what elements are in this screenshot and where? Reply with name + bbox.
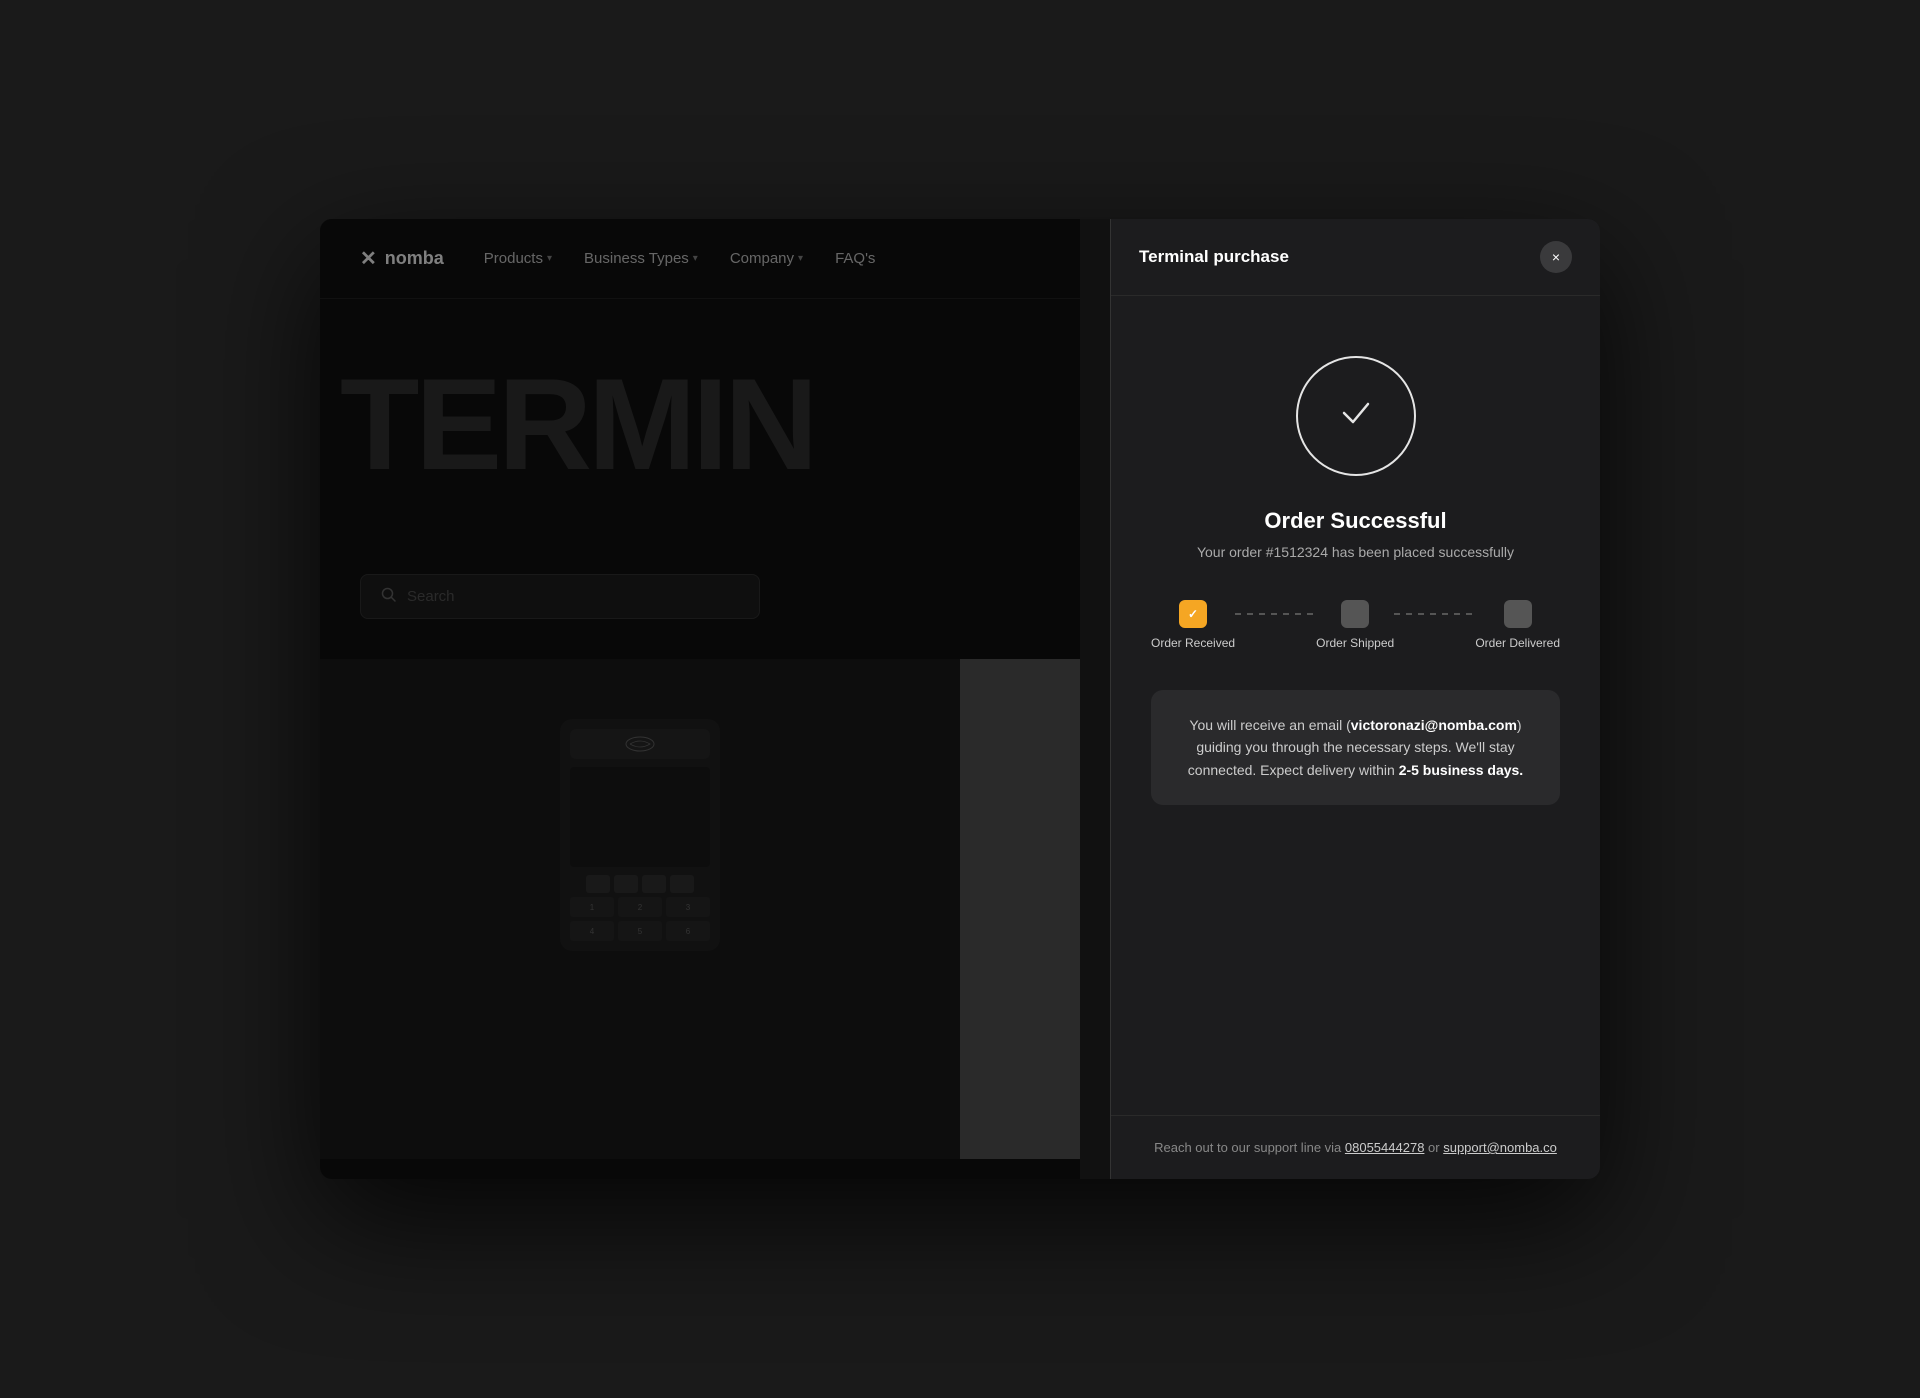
tracking-dashes-1 bbox=[1235, 613, 1316, 615]
info-text: You will receive an email (victoronazi@n… bbox=[1179, 714, 1532, 781]
browser-window: ✕ nomba Products ▾ Business Types ▾ bbox=[320, 219, 1600, 1179]
modal-header: Terminal purchase × bbox=[1111, 219, 1600, 296]
email-highlight: victoronazi@nomba.com bbox=[1351, 717, 1517, 733]
tracking-step-delivered: Order Delivered bbox=[1475, 600, 1560, 650]
info-box: You will receive an email (victoronazi@n… bbox=[1151, 690, 1560, 805]
success-title: Order Successful bbox=[1264, 508, 1446, 534]
support-phone-link[interactable]: 08055444278 bbox=[1345, 1140, 1425, 1155]
close-icon: × bbox=[1552, 249, 1560, 265]
success-subtitle: Your order #1512324 has been placed succ… bbox=[1197, 544, 1514, 560]
tracking-dashes-2 bbox=[1394, 613, 1475, 615]
modal-panel: Terminal purchase × Order Successful You… bbox=[1110, 219, 1600, 1179]
modal-body: Order Successful Your order #1512324 has… bbox=[1111, 296, 1600, 1115]
step-indicator-delivered bbox=[1504, 600, 1532, 628]
checkmark-icon bbox=[1336, 392, 1376, 441]
delivery-time-highlight: 2-5 business days. bbox=[1399, 762, 1524, 778]
order-tracking: ✓ Order Received Order Shipped bbox=[1151, 600, 1560, 650]
step-label-received: Order Received bbox=[1151, 636, 1235, 650]
step-indicator-received: ✓ bbox=[1179, 600, 1207, 628]
step-label-delivered: Order Delivered bbox=[1475, 636, 1560, 650]
support-email-link[interactable]: support@nomba.co bbox=[1443, 1140, 1557, 1155]
tracking-step-received: ✓ Order Received bbox=[1151, 600, 1235, 650]
tracking-step-shipped: Order Shipped bbox=[1316, 600, 1394, 650]
tracking-line-2 bbox=[1394, 613, 1475, 615]
modal-title: Terminal purchase bbox=[1139, 247, 1289, 267]
step-check-icon: ✓ bbox=[1188, 607, 1198, 621]
close-button[interactable]: × bbox=[1540, 241, 1572, 273]
modal-footer: Reach out to our support line via 080554… bbox=[1111, 1115, 1600, 1179]
overlay bbox=[320, 219, 1080, 1179]
step-label-shipped: Order Shipped bbox=[1316, 636, 1394, 650]
footer-text: Reach out to our support line via 080554… bbox=[1151, 1140, 1560, 1155]
success-circle bbox=[1296, 356, 1416, 476]
step-indicator-shipped bbox=[1341, 600, 1369, 628]
tracking-line-1 bbox=[1235, 613, 1316, 615]
